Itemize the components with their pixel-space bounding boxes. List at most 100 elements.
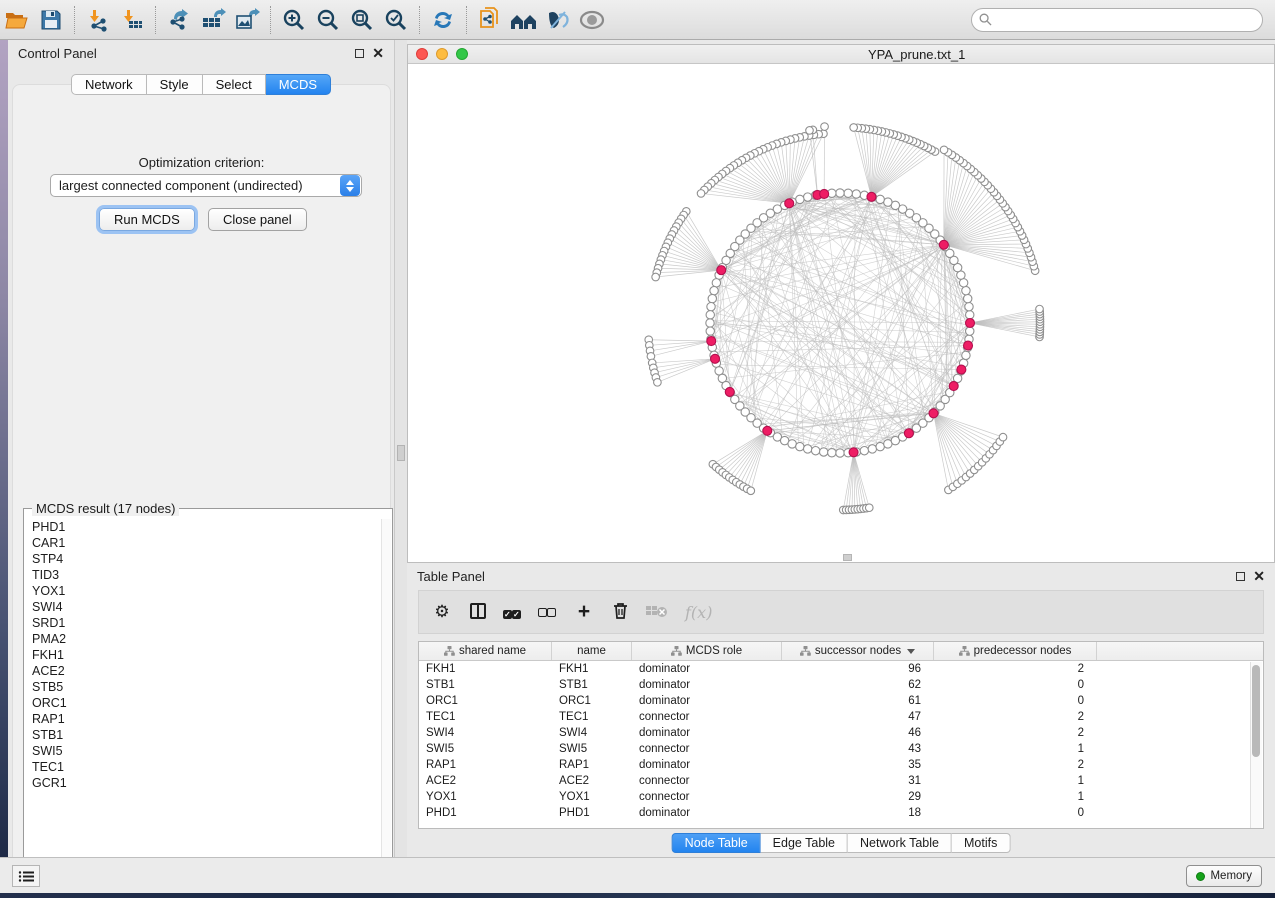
memory-button[interactable]: Memory xyxy=(1186,865,1262,887)
mcds-node-item[interactable]: RAP1 xyxy=(32,711,381,727)
mcds-list-scrollbar[interactable] xyxy=(381,519,391,871)
close-panel-icon[interactable]: ✕ xyxy=(372,48,384,58)
tab-edge-table[interactable]: Edge Table xyxy=(761,833,848,853)
clone-network-icon[interactable] xyxy=(473,5,507,35)
show-all-icon[interactable] xyxy=(575,5,609,35)
cell-predecessor-nodes[interactable]: 1 xyxy=(934,791,1097,803)
table-row[interactable]: STB1STB1dominator620 xyxy=(419,677,1263,693)
cell-successor-nodes[interactable]: 35 xyxy=(782,759,934,771)
cell-shared-name[interactable]: PHD1 xyxy=(419,807,552,819)
network-window-titlebar[interactable]: YPA_prune.txt_1 xyxy=(408,45,1274,64)
zoom-in-icon[interactable] xyxy=(277,5,311,35)
cell-successor-nodes[interactable]: 31 xyxy=(782,775,934,787)
tab-network[interactable]: Network xyxy=(71,74,147,95)
mcds-node-item[interactable]: FKH1 xyxy=(32,647,381,663)
cell-predecessor-nodes[interactable]: 0 xyxy=(934,679,1097,691)
cell-shared-name[interactable]: RAP1 xyxy=(419,759,552,771)
cell-successor-nodes[interactable]: 18 xyxy=(782,807,934,819)
table-scrollbar[interactable] xyxy=(1250,662,1262,828)
cell-predecessor-nodes[interactable]: 2 xyxy=(934,727,1097,739)
tab-network-table[interactable]: Network Table xyxy=(848,833,952,853)
cell-MCDS-role[interactable]: connector xyxy=(632,791,782,803)
table-row[interactable]: SWI5SWI5connector431 xyxy=(419,741,1263,757)
cell-MCDS-role[interactable]: dominator xyxy=(632,663,782,675)
horizontal-splitter-handle[interactable] xyxy=(843,554,852,561)
table-scrollbar-thumb[interactable] xyxy=(1252,665,1260,757)
cell-MCDS-role[interactable]: dominator xyxy=(632,759,782,771)
delete-column-icon[interactable] xyxy=(612,601,629,623)
zoom-fit-icon[interactable] xyxy=(345,5,379,35)
column-header-shared-name[interactable]: shared name xyxy=(419,642,552,660)
table-row[interactable]: YOX1YOX1connector291 xyxy=(419,789,1263,805)
cell-shared-name[interactable]: STB1 xyxy=(419,679,552,691)
column-header-predecessor-nodes[interactable]: predecessor nodes xyxy=(934,642,1097,660)
window-minimize-icon[interactable] xyxy=(436,48,448,60)
mcds-node-item[interactable]: TID3 xyxy=(32,567,381,583)
mcds-node-item[interactable]: CAR1 xyxy=(32,535,381,551)
column-visibility-icon[interactable] xyxy=(470,603,486,622)
cell-MCDS-role[interactable]: connector xyxy=(632,743,782,755)
cell-MCDS-role[interactable]: dominator xyxy=(632,695,782,707)
window-zoom-icon[interactable] xyxy=(456,48,468,60)
export-table-icon[interactable] xyxy=(196,5,230,35)
cell-shared-name[interactable]: FKH1 xyxy=(419,663,552,675)
add-column-icon[interactable]: + xyxy=(573,600,595,624)
table-row[interactable]: TEC1TEC1connector472 xyxy=(419,709,1263,725)
cell-shared-name[interactable]: ACE2 xyxy=(419,775,552,787)
cell-predecessor-nodes[interactable]: 2 xyxy=(934,663,1097,675)
zoom-selected-icon[interactable] xyxy=(379,5,413,35)
tab-node-table[interactable]: Node Table xyxy=(672,833,761,853)
cell-name[interactable]: ACE2 xyxy=(552,775,632,787)
mcds-node-item[interactable]: STB1 xyxy=(32,727,381,743)
mcds-node-item[interactable]: STP4 xyxy=(32,551,381,567)
table-settings-icon[interactable]: ⚙ xyxy=(431,602,453,622)
close-panel-button[interactable]: Close panel xyxy=(208,208,307,231)
cell-predecessor-nodes[interactable]: 1 xyxy=(934,743,1097,755)
cell-successor-nodes[interactable]: 47 xyxy=(782,711,934,723)
cell-shared-name[interactable]: SWI5 xyxy=(419,743,552,755)
cell-name[interactable]: FKH1 xyxy=(552,663,632,675)
network-canvas[interactable] xyxy=(408,64,1274,562)
cell-name[interactable]: ORC1 xyxy=(552,695,632,707)
cell-MCDS-role[interactable]: dominator xyxy=(632,807,782,819)
float-window-icon[interactable] xyxy=(1236,572,1245,581)
criterion-dropdown[interactable]: largest connected component (undirected) xyxy=(50,174,362,197)
table-row[interactable]: SWI4SWI4dominator462 xyxy=(419,725,1263,741)
cell-name[interactable]: YOX1 xyxy=(552,791,632,803)
first-neighbors-icon[interactable] xyxy=(507,5,541,35)
cell-MCDS-role[interactable]: connector xyxy=(632,711,782,723)
mcds-node-item[interactable]: YOX1 xyxy=(32,583,381,599)
tab-mcds[interactable]: MCDS xyxy=(266,74,331,95)
cell-shared-name[interactable]: YOX1 xyxy=(419,791,552,803)
refresh-layout-icon[interactable] xyxy=(426,5,460,35)
mcds-node-item[interactable]: SWI4 xyxy=(32,599,381,615)
cell-successor-nodes[interactable]: 61 xyxy=(782,695,934,707)
cell-name[interactable]: STB1 xyxy=(552,679,632,691)
column-header-successor-nodes[interactable]: successor nodes xyxy=(782,642,934,660)
tab-style[interactable]: Style xyxy=(147,74,203,95)
open-file-icon[interactable] xyxy=(0,5,34,35)
select-all-icon[interactable]: ✓✓ xyxy=(503,605,521,620)
cell-MCDS-role[interactable]: dominator xyxy=(632,727,782,739)
deselect-all-icon[interactable] xyxy=(538,605,556,620)
cell-shared-name[interactable]: SWI4 xyxy=(419,727,552,739)
column-header-name[interactable]: name xyxy=(552,642,632,660)
cell-predecessor-nodes[interactable]: 0 xyxy=(934,695,1097,707)
column-header-MCDS-role[interactable]: MCDS role xyxy=(632,642,782,660)
export-image-icon[interactable] xyxy=(230,5,264,35)
mcds-node-item[interactable]: SWI5 xyxy=(32,743,381,759)
cell-name[interactable]: RAP1 xyxy=(552,759,632,771)
cell-successor-nodes[interactable]: 43 xyxy=(782,743,934,755)
window-close-icon[interactable] xyxy=(416,48,428,60)
table-row[interactable]: ORC1ORC1dominator610 xyxy=(419,693,1263,709)
run-mcds-button[interactable]: Run MCDS xyxy=(99,208,195,231)
table-row[interactable]: PHD1PHD1dominator180 xyxy=(419,805,1263,821)
import-network-icon[interactable] xyxy=(81,5,115,35)
import-table-icon[interactable] xyxy=(115,5,149,35)
cell-shared-name[interactable]: TEC1 xyxy=(419,711,552,723)
cell-successor-nodes[interactable]: 29 xyxy=(782,791,934,803)
cell-predecessor-nodes[interactable]: 1 xyxy=(934,775,1097,787)
cell-MCDS-role[interactable]: dominator xyxy=(632,679,782,691)
cell-name[interactable]: TEC1 xyxy=(552,711,632,723)
export-network-icon[interactable] xyxy=(162,5,196,35)
